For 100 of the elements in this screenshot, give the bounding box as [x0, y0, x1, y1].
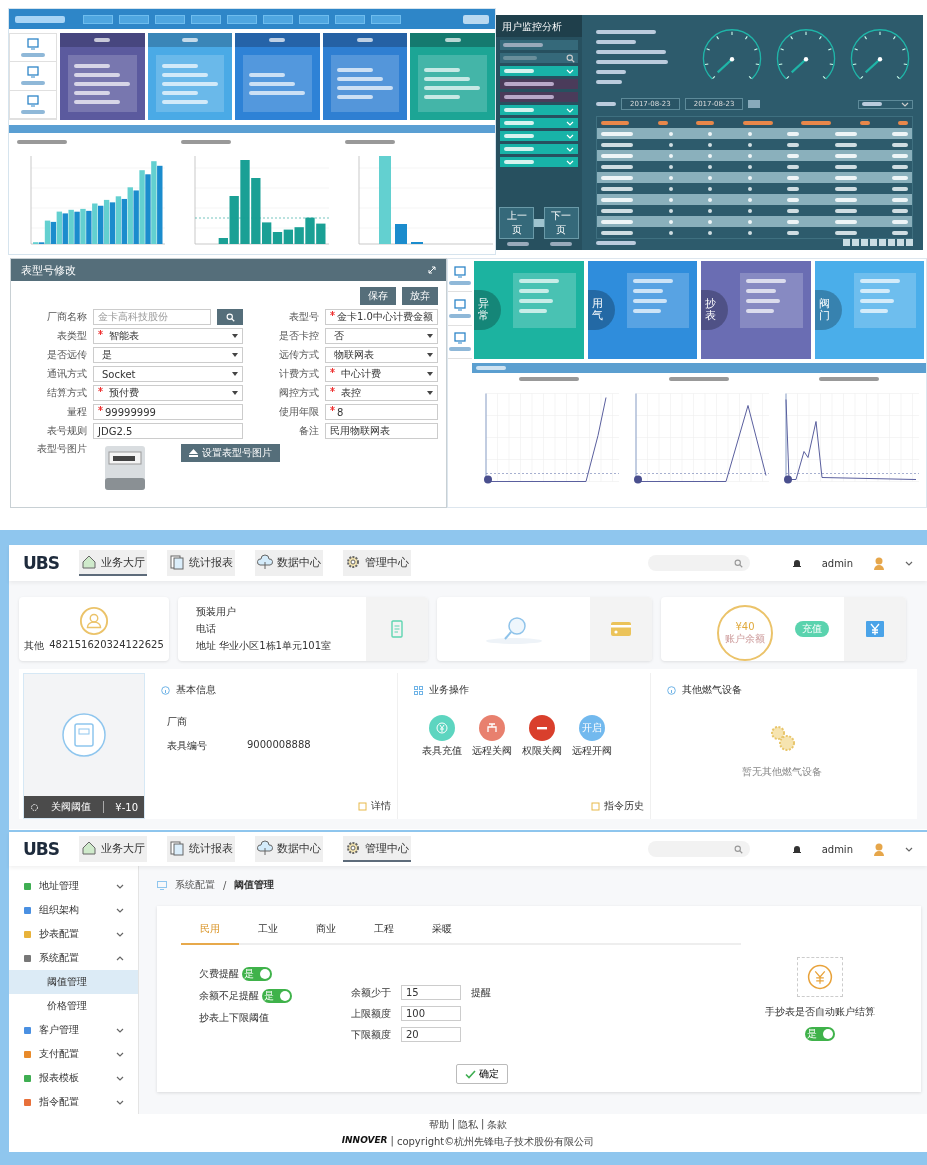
section-title: 其他燃气设备 [682, 683, 742, 697]
footer-link[interactable]: 帮助 [428, 1117, 449, 1132]
empty-message: 暂无其他燃气设备 [742, 765, 822, 779]
field-label: 上限额度 [351, 1006, 391, 1021]
next-button[interactable]: 下一页 [543, 207, 579, 239]
input-field[interactable]: 99999999 [93, 404, 243, 420]
tab[interactable]: 采暖 [413, 918, 471, 946]
field-suffix: 提醒 [471, 985, 491, 1000]
setting-label: 抄表上下限阈值 [199, 1011, 270, 1026]
form-button[interactable]: 放弃 [402, 287, 438, 305]
panel-title: 用户监控分析 [496, 15, 582, 37]
history-link[interactable]: 指令历史 [591, 799, 644, 813]
input-field[interactable]: 民用物联网表 [325, 423, 438, 439]
footer-link[interactable]: 隐私 [458, 1117, 478, 1132]
logo[interactable]: UBS [23, 839, 59, 860]
dropdown[interactable]: 预付费 [93, 385, 243, 401]
info-value: 9000008888 [247, 739, 312, 752]
dropdown[interactable]: 是 [93, 347, 243, 363]
tab[interactable]: 商业 [297, 918, 355, 946]
dropdown[interactable]: 否 [325, 328, 438, 344]
dropdown[interactable]: Socket [93, 366, 243, 382]
footer-separator: | [451, 1117, 455, 1132]
section-title: 基本信息 [176, 683, 216, 697]
input-field[interactable]: 15 [401, 985, 461, 1001]
nav-tab[interactable]: 数据中心 [255, 836, 323, 863]
dropdown[interactable]: 中心计费 [325, 366, 438, 382]
input-field[interactable]: JDG2.5 [93, 423, 243, 439]
menu-item[interactable]: 抄表配置 [9, 922, 138, 947]
nav-tab[interactable]: 数据中心 [255, 550, 323, 576]
menu-item[interactable]: 客户管理 [9, 1018, 138, 1043]
copyright-text: copyright©杭州先锋电子技术股份有限公司 [396, 1134, 595, 1149]
breadcrumb-separator: / [223, 879, 227, 891]
input-field[interactable]: 8 [325, 404, 438, 420]
user-name[interactable]: admin [821, 557, 853, 569]
customer-id: 482151620324122625 [49, 638, 164, 652]
field-label: 是否远传 [46, 348, 87, 362]
nav-tab[interactable]: 管理中心 [343, 836, 411, 863]
balance-amount: ¥40 [735, 620, 755, 632]
dialog-title: 表型号修改 [21, 262, 76, 278]
footer-separator: | [390, 1134, 394, 1149]
operation-button[interactable]: 开启 远程开阀 [572, 715, 612, 758]
nav-tab[interactable]: 统计报表 [167, 550, 235, 576]
details-link[interactable]: 详情 [358, 799, 391, 813]
footer-separator: | [481, 1117, 485, 1132]
submenu-item[interactable]: 阈值管理 [9, 970, 138, 995]
upload-button[interactable]: 设置表型号图片 [181, 444, 280, 462]
footer-link[interactable]: 条款 [487, 1117, 508, 1132]
dropdown[interactable]: 智能表 [93, 328, 243, 344]
tab[interactable]: 工程 [355, 918, 413, 946]
confirm-button[interactable]: 确定 [456, 1064, 508, 1085]
menu-item[interactable]: 报表模板 [9, 1066, 138, 1091]
field-label: 是否卡控 [278, 329, 319, 343]
nav-tab[interactable]: 统计报表 [167, 836, 235, 863]
field-label: 表号规则 [46, 424, 87, 438]
menu-item[interactable]: 地址管理 [9, 874, 138, 899]
setting-label: 手抄表是否自动账户结算 [765, 1005, 875, 1020]
breadcrumb-item[interactable]: 系统配置 [175, 878, 215, 893]
dropdown[interactable]: 物联网表 [325, 347, 438, 363]
field-label: 表型号图片 [36, 442, 87, 456]
threshold-label: 关阀阈值 [50, 800, 91, 814]
tab[interactable]: 工业 [239, 918, 297, 946]
menu-item[interactable]: 支付配置 [9, 1042, 138, 1067]
field-label: 远传方式 [278, 348, 319, 362]
form-button[interactable]: 保存 [360, 287, 396, 305]
user-name[interactable]: admin [821, 843, 853, 855]
input-field[interactable]: 20 [401, 1027, 461, 1043]
nav-tab[interactable]: 业务大厅 [79, 550, 147, 576]
input-field[interactable]: 100 [401, 1006, 461, 1022]
field-label: 表类型 [56, 329, 87, 343]
field-label: 计费方式 [278, 367, 319, 381]
balance-caption: 账户余额 [725, 631, 765, 646]
contact-text: 预装用户 [196, 605, 237, 619]
operation-button[interactable]: 权限关阀 [522, 715, 562, 758]
field-label: 阀控方式 [278, 386, 319, 400]
field-label: 表型号 [288, 310, 319, 324]
logo[interactable]: UBS [23, 553, 59, 573]
setting-label: 余额不足提醒 [199, 989, 259, 1004]
card-label: 阀门 [814, 289, 842, 331]
threshold-value: ¥-10 [115, 801, 139, 813]
info-label: 厂商 [167, 715, 188, 729]
input-field[interactable]: 金卡1.0中心计费金额 [325, 309, 438, 325]
field-label: 量程 [66, 405, 87, 419]
nav-tab[interactable]: 管理中心 [343, 550, 411, 576]
setting-label: 欠费提醒 [199, 967, 239, 982]
brand-logo: INNOVER [341, 1134, 388, 1147]
contact-text: 电话 [196, 622, 217, 636]
menu-item[interactable]: 系统配置 [9, 946, 138, 971]
nav-tab[interactable]: 业务大厅 [79, 836, 147, 863]
breadcrumb-item: 阈值管理 [234, 878, 275, 893]
card-label: 抄表 [701, 289, 728, 331]
menu-item[interactable]: 指令配置 [9, 1090, 138, 1115]
prev-button[interactable]: 上一页 [499, 207, 535, 239]
field-label: 下限额度 [351, 1027, 391, 1042]
menu-item[interactable]: 组织架构 [9, 898, 138, 923]
field-label: 结算方式 [46, 386, 87, 400]
operation-button[interactable]: 表具充值 [422, 715, 462, 758]
submenu-item[interactable]: 价格管理 [9, 994, 138, 1019]
operation-button[interactable]: 远程关阀 [472, 715, 512, 758]
dropdown[interactable]: 表控 [325, 385, 438, 401]
field-label: 备注 [298, 424, 319, 438]
